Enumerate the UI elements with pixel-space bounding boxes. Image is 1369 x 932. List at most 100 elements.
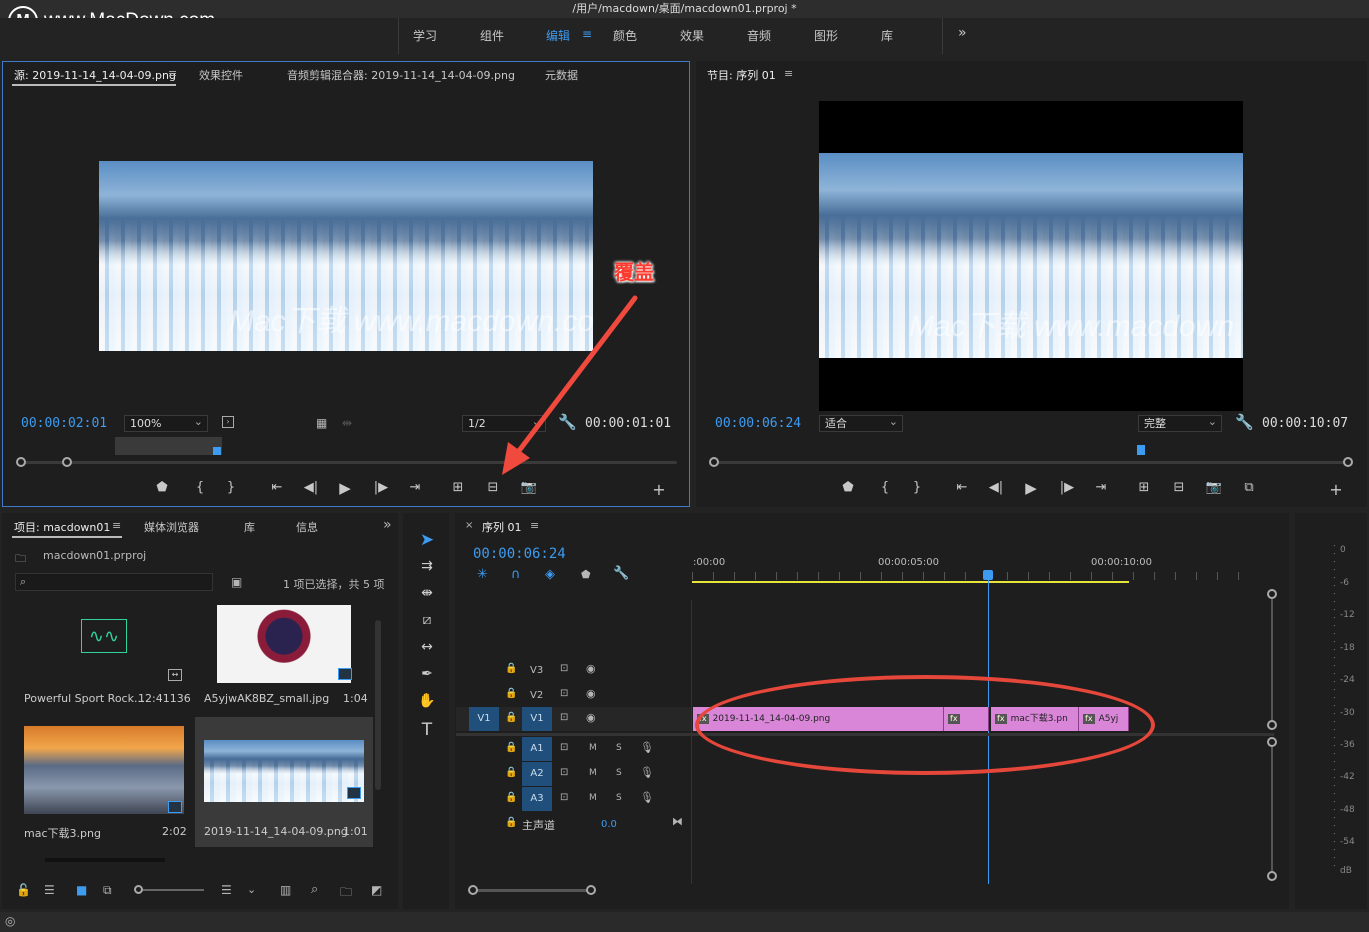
audio-vscroll-top-knob[interactable] xyxy=(1267,737,1277,747)
track-select-tool-icon[interactable]: ⇉ xyxy=(416,558,438,574)
workspace-libraries[interactable]: 库 xyxy=(881,27,893,44)
thumbnail-size-knob[interactable] xyxy=(134,885,143,894)
track-label[interactable]: A2 xyxy=(522,762,552,786)
work-area-bar[interactable] xyxy=(692,581,1129,583)
hand-tool-icon[interactable]: ✋ xyxy=(416,693,438,709)
new-item-icon[interactable]: ◩ xyxy=(371,883,382,897)
find-icon[interactable]: ⌕ xyxy=(311,882,318,897)
mute-button[interactable]: M xyxy=(589,768,597,778)
sort-icon[interactable]: ☰ xyxy=(221,883,232,897)
track-lock-icon[interactable]: 🔒 xyxy=(505,663,517,674)
program-settings-icon[interactable]: 🔧 xyxy=(1235,413,1254,431)
track-lock-icon[interactable]: 🔒 xyxy=(505,742,517,753)
track-label[interactable]: A3 xyxy=(522,787,552,811)
program-go-to-in-icon[interactable]: ⇤ xyxy=(953,480,971,495)
sync-lock-icon[interactable]: ⊡ xyxy=(560,712,568,723)
mute-button[interactable]: M xyxy=(589,743,597,753)
tab-libraries[interactable]: 库 xyxy=(244,519,255,535)
solo-button[interactable]: S xyxy=(616,793,622,803)
lock-icon[interactable]: 🔓 xyxy=(16,883,31,897)
program-go-to-out-icon[interactable]: ⇥ xyxy=(1092,480,1110,495)
razor-tool-icon[interactable]: ⧄ xyxy=(416,612,438,628)
workspace-effects[interactable]: 效果 xyxy=(680,27,704,44)
track-lock-icon[interactable]: 🔒 xyxy=(505,712,517,723)
safe-margins-icon[interactable]: › xyxy=(222,416,234,428)
track-lock-icon[interactable]: 🔒 xyxy=(505,817,517,828)
program-add-marker-icon[interactable]: ⬟ xyxy=(839,480,857,495)
sync-lock-icon[interactable]: ⊡ xyxy=(560,688,568,699)
ripple-edit-tool-icon[interactable]: ⇼ xyxy=(416,585,438,601)
freeform-view-icon[interactable]: ⧉ xyxy=(103,883,112,898)
tab-project[interactable]: 项目: macdown01 xyxy=(14,519,110,535)
timeline-tab[interactable]: 序列 01 xyxy=(482,519,522,535)
project-search-input[interactable] xyxy=(15,573,213,591)
insert-icon[interactable]: ⊞ xyxy=(449,480,467,495)
workspace-menu-icon[interactable]: ≡ xyxy=(582,27,592,41)
toggle-output-eye-icon[interactable]: ◉ xyxy=(586,711,596,724)
workspace-color[interactable]: 颜色 xyxy=(613,27,637,44)
export-frame-small-icon[interactable]: ▦ xyxy=(316,416,327,430)
video-vscroll-top-knob[interactable] xyxy=(1267,589,1277,599)
track-label[interactable]: A1 xyxy=(522,737,552,761)
overwrite-icon[interactable]: ⊟ xyxy=(484,480,502,495)
type-tool-icon[interactable]: T xyxy=(416,720,438,740)
program-play-icon[interactable]: ▶ xyxy=(1022,479,1040,497)
program-step-forward-icon[interactable]: |▶ xyxy=(1058,480,1076,495)
workspace-audio[interactable]: 音频 xyxy=(747,27,771,44)
source-timecode-current[interactable]: 00:00:02:01 xyxy=(21,416,107,431)
timeline-zoom-knob-left[interactable] xyxy=(468,885,478,895)
mark-in-icon[interactable]: { xyxy=(191,480,209,495)
program-zoom-knob-left[interactable] xyxy=(709,457,719,467)
creative-cloud-icon[interactable]: ◎ xyxy=(5,914,15,928)
go-to-out-icon[interactable]: ⇥ xyxy=(406,480,424,495)
source-playhead[interactable] xyxy=(213,447,221,455)
program-menu-icon[interactable]: ≡ xyxy=(784,67,793,80)
program-zoom-knob-right[interactable] xyxy=(1343,457,1353,467)
list-view-icon[interactable]: ☰ xyxy=(44,883,55,897)
program-quality-select[interactable]: 完整 xyxy=(1138,415,1222,432)
program-step-back-icon[interactable]: ◀| xyxy=(987,480,1005,495)
more-workspaces-icon[interactable]: » xyxy=(958,25,967,41)
project-menu-icon[interactable]: ≡ xyxy=(112,519,121,532)
project-scrollbar[interactable] xyxy=(375,620,381,790)
nest-icon[interactable]: ✳ xyxy=(477,567,488,582)
close-sequence-icon[interactable]: × xyxy=(465,520,473,531)
workspace-learn[interactable]: 学习 xyxy=(413,27,437,44)
add-marker-icon[interactable]: ⬟ xyxy=(153,480,171,495)
play-icon[interactable]: ▶ xyxy=(336,479,354,497)
program-scrub-bar[interactable] xyxy=(715,461,1350,464)
pen-tool-icon[interactable]: ✒ xyxy=(416,666,438,682)
extract-icon[interactable]: ⊟ xyxy=(1170,480,1188,495)
selection-tool-icon[interactable]: ➤ xyxy=(416,530,438,550)
voiceover-mic-icon[interactable]: 🎙 xyxy=(640,766,654,779)
program-mark-in-icon[interactable]: { xyxy=(876,480,894,495)
comparison-view-icon[interactable]: ⧉ xyxy=(1240,480,1258,495)
export-frame-icon[interactable]: 📷 xyxy=(520,480,538,495)
timeline-zoom-knob-right[interactable] xyxy=(586,885,596,895)
program-export-frame-icon[interactable]: 📷 xyxy=(1205,480,1223,495)
solo-button[interactable]: S xyxy=(616,743,622,753)
step-forward-icon[interactable]: |▶ xyxy=(372,480,390,495)
mute-button[interactable]: M xyxy=(589,793,597,803)
sync-lock-icon[interactable]: ⊡ xyxy=(560,792,568,803)
timeline-settings-icon[interactable]: 🔧 xyxy=(613,566,629,581)
tab-effect-controls[interactable]: 效果控件 xyxy=(199,67,243,83)
video-vscroll-bottom-knob[interactable] xyxy=(1267,720,1277,730)
timeline-hscroll[interactable] xyxy=(473,889,593,892)
timeline-timecode[interactable]: 00:00:06:24 xyxy=(473,546,566,562)
track-label[interactable]: V2 xyxy=(530,690,543,701)
source-patch-v1[interactable]: V1 xyxy=(469,707,499,731)
tab-media-browser[interactable]: 媒体浏览器 xyxy=(144,519,199,535)
master-go-to-end-icon[interactable]: ⧓ xyxy=(672,815,683,828)
icon-view-icon[interactable]: ■ xyxy=(76,883,87,897)
linked-selection-icon[interactable]: ◈ xyxy=(545,567,555,582)
tab-info[interactable]: 信息 xyxy=(296,519,318,535)
track-lock-icon[interactable]: 🔒 xyxy=(505,792,517,803)
program-playhead[interactable] xyxy=(1137,445,1145,455)
sort-dropdown-icon[interactable]: ⌄ xyxy=(247,883,256,896)
tab-audio-clip-mixer[interactable]: 音频剪辑混合器: 2019-11-14_14-04-09.png xyxy=(287,67,515,83)
snap-icon[interactable]: ∩ xyxy=(511,567,521,582)
track-lock-icon[interactable]: 🔒 xyxy=(505,688,517,699)
sync-lock-icon[interactable]: ⊡ xyxy=(560,663,568,674)
audio-vscroll-bottom-knob[interactable] xyxy=(1267,871,1277,881)
